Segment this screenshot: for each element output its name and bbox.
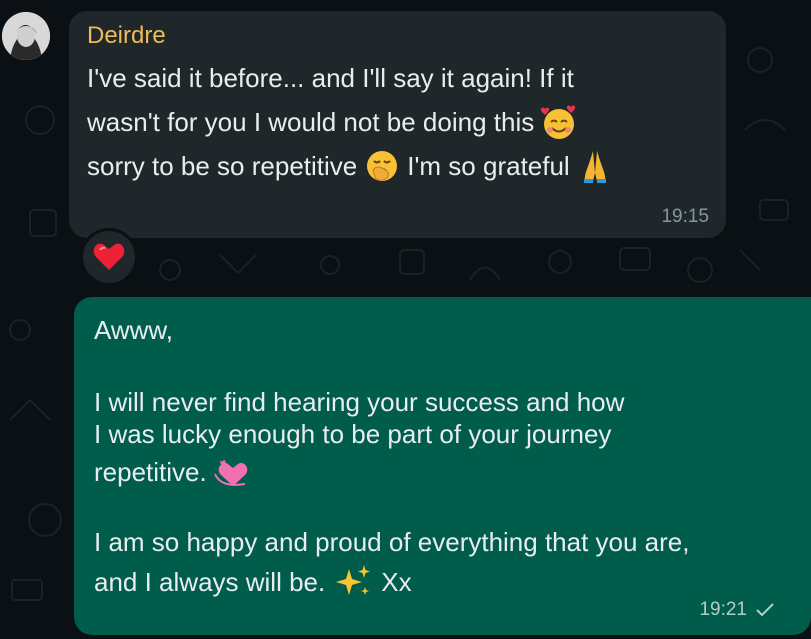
single-check-icon bbox=[756, 603, 774, 617]
sender-name[interactable]: Deirdre bbox=[87, 22, 708, 50]
sparkles-icon bbox=[336, 565, 371, 595]
message-line: I was lucky enough to be part of your jo… bbox=[94, 419, 612, 449]
message-line: I will never find hearing your success a… bbox=[94, 387, 625, 417]
red-heart-icon bbox=[93, 243, 125, 270]
message-line: I am so happy and proud of everything th… bbox=[94, 527, 690, 557]
message-reaction[interactable] bbox=[80, 228, 138, 286]
message-line: wasn't for you I would not be doing this bbox=[87, 100, 708, 144]
message-line: and I always will be. Xx bbox=[94, 562, 791, 602]
person-photo-icon bbox=[2, 12, 50, 60]
smiling-face-with-hearts-icon bbox=[541, 105, 576, 139]
folded-hands-icon bbox=[583, 151, 606, 183]
outgoing-message-bubble[interactable]: Awww, I will never find hearing your suc… bbox=[74, 297, 811, 635]
message-timestamp: 19:21 bbox=[699, 599, 747, 620]
revolving-hearts-icon bbox=[213, 460, 248, 486]
sender-avatar[interactable] bbox=[2, 12, 50, 60]
incoming-message-text: I've said it before... and I'll say it a… bbox=[87, 56, 708, 188]
incoming-message-bubble[interactable]: Deirdre I've said it before... and I'll … bbox=[69, 11, 726, 238]
message-line: sorry to be so repetitive I'm so gratefu… bbox=[87, 144, 708, 188]
message-line: repetitive. bbox=[94, 450, 791, 494]
yawning-face-icon bbox=[367, 151, 398, 181]
message-line: Awww, bbox=[94, 315, 173, 345]
message-timestamp: 19:15 bbox=[661, 206, 709, 227]
message-line: I've said it before... and I'll say it a… bbox=[87, 63, 574, 93]
message-meta: 19:21 bbox=[699, 599, 775, 621]
